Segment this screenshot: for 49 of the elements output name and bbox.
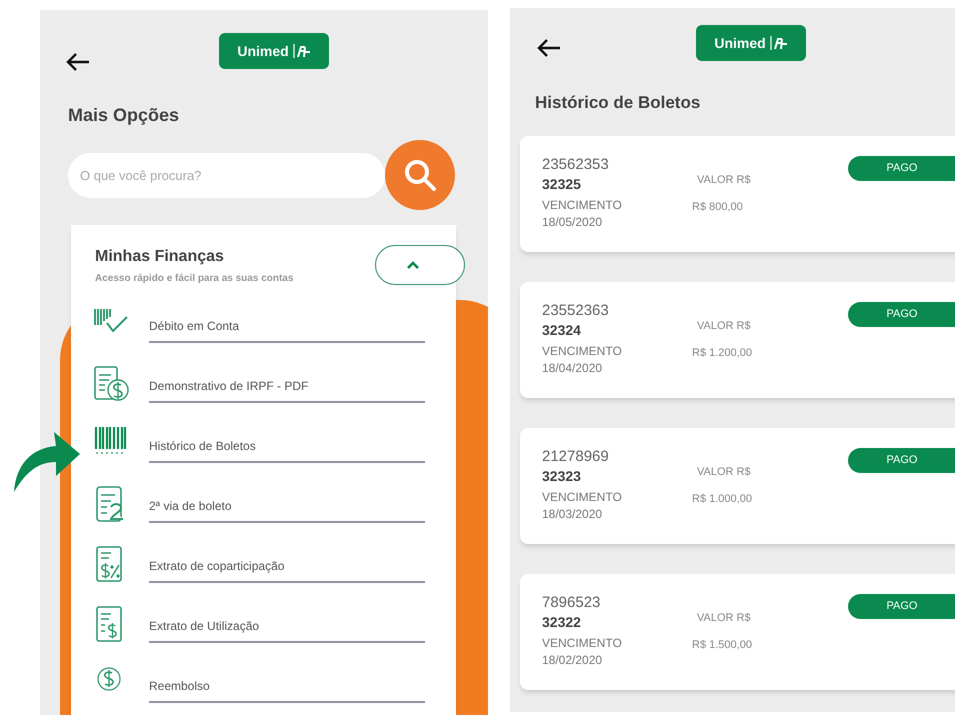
due-date: 18/03/2020 [542, 506, 602, 522]
menu-item[interactable]: Demonstrativo de IRPF - PDF [149, 377, 308, 395]
due-date: 18/02/2020 [542, 652, 602, 668]
menu-item[interactable]: Histórico de Boletos [149, 437, 256, 455]
status-badge: PAGO [848, 448, 955, 472]
menu-item[interactable]: Reembolso [149, 677, 210, 695]
section-subtitle: Acesso rápido e fácil para as suas contas [95, 272, 294, 286]
value-label: VALOR R$ [697, 464, 751, 480]
value-label: VALOR R$ [697, 610, 751, 626]
collapse-button[interactable] [375, 245, 465, 285]
section-title: Minhas Finanças [95, 247, 224, 267]
logo: Unimed [696, 25, 806, 61]
back-button[interactable] [65, 52, 91, 72]
value-amount: R$ 1.200,00 [692, 346, 752, 360]
value-amount: R$ 1.500,00 [692, 638, 752, 652]
value-amount: R$ 800,00 [692, 200, 743, 214]
boleto-number: 7896523 [542, 592, 600, 612]
search-icon [402, 157, 438, 193]
logo: Unimed [219, 33, 329, 69]
boleto-number: 23552363 [542, 300, 609, 320]
boleto-code: 32324 [542, 320, 581, 340]
status-badge: PAGO [848, 594, 955, 618]
status-badge: PAGO [848, 156, 955, 180]
menu-item[interactable]: Extrato de Utilização [149, 617, 260, 635]
search-field[interactable]: O que você procura? [68, 153, 385, 198]
back-button[interactable] [536, 38, 562, 58]
menu-item-icon [93, 365, 129, 403]
value-label: VALOR R$ [697, 318, 751, 334]
due-label: VENCIMENTO [542, 488, 622, 506]
value-amount: R$ 1.000,00 [692, 492, 752, 506]
menu-item[interactable]: 2ª via de boleto [149, 497, 232, 515]
boleto-number: 23562353 [542, 154, 609, 174]
menu-item-icon [93, 425, 129, 455]
due-label: VENCIMENTO [542, 196, 622, 214]
due-label: VENCIMENTO [542, 634, 622, 652]
page-title: Histórico de Boletos [535, 92, 702, 114]
due-date: 18/04/2020 [542, 360, 602, 376]
boleto-code: 32325 [542, 174, 581, 194]
status-badge: PAGO [848, 302, 955, 326]
due-date: 18/05/2020 [542, 214, 602, 230]
menu-item[interactable]: Extrato de coparticipação [149, 557, 284, 575]
due-label: VENCIMENTO [542, 342, 622, 360]
page-title: Mais Opções [68, 104, 180, 127]
boleto-number: 21278969 [542, 446, 609, 466]
value-label: VALOR R$ [697, 172, 751, 188]
caret-up-icon [406, 260, 420, 270]
boleto-code: 32322 [542, 612, 581, 632]
boleto-code: 32323 [542, 466, 581, 486]
menu-item[interactable]: Débito em Conta [149, 317, 240, 335]
